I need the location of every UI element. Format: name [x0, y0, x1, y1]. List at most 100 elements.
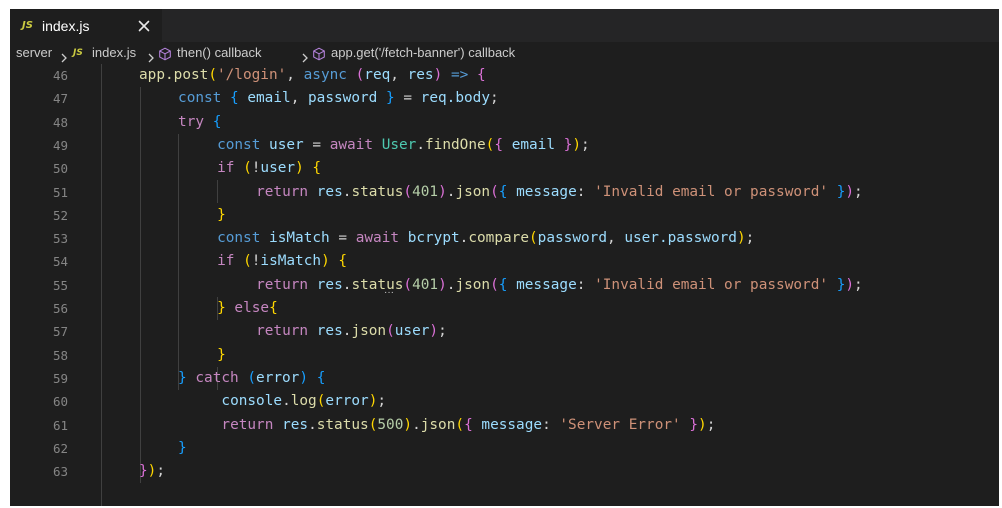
code-token: const — [217, 136, 270, 153]
code-line[interactable]: 60 console.log(error); — [10, 390, 999, 413]
code-line[interactable]: 54 if (!isMatch) { — [10, 250, 999, 273]
code-line[interactable]: 46 app.post('/login', async (req, res) =>… — [10, 64, 999, 87]
code-token: ) — [403, 416, 413, 433]
code-token: email — [247, 90, 291, 107]
code-token: 'Server Error' — [559, 416, 681, 433]
code-token: error — [256, 369, 300, 386]
code-line[interactable]: 48 try { — [10, 111, 999, 134]
code-token: user — [269, 136, 304, 153]
code-token: ( — [403, 183, 413, 200]
code-token: ( — [455, 416, 465, 433]
line-number: 59 — [52, 370, 68, 386]
code-token: ) — [845, 183, 855, 200]
code-text: } — [178, 437, 187, 460]
code-token: app.post — [139, 67, 209, 83]
code-token: 401 — [412, 183, 439, 200]
code-token: { — [212, 113, 222, 130]
code-token: ; — [854, 183, 863, 200]
code-token: status — [351, 276, 404, 293]
breadcrumb-folder[interactable]: server — [16, 42, 52, 64]
code-token: return — [256, 276, 317, 293]
code-token: = — [303, 136, 330, 153]
code-token: ( — [490, 276, 499, 293]
code-token: ; — [745, 230, 755, 247]
code-token: ( — [247, 369, 257, 386]
code-editor[interactable]: 46 app.post('/login', async (req, res) =>… — [10, 64, 999, 506]
vscode-window: JS index.js server JS index.js then() ca… — [10, 9, 999, 506]
code-text: const user = await User.findOne({ email … — [217, 134, 590, 157]
code-token: ) — [299, 369, 309, 386]
code-text: return res.json(user); — [256, 320, 447, 343]
code-token: => — [450, 67, 469, 83]
code-text: return res.status(401).json({ message: '… — [256, 181, 863, 204]
code-token: = — [329, 230, 356, 247]
code-token: user — [394, 323, 430, 340]
code-token: catch — [195, 369, 248, 386]
code-line[interactable]: 58} — [10, 344, 999, 367]
code-token: . — [412, 416, 421, 433]
code-token: ) — [295, 160, 304, 177]
code-token: , — [290, 90, 309, 107]
breadcrumb-symbol-app-get[interactable]: app.get('/fetch-banner') callback — [331, 42, 515, 64]
code-text: return res.status(401).json({ message: '… — [256, 274, 863, 297]
breadcrumb-file[interactable]: index.js — [92, 42, 136, 64]
code-token: json — [420, 416, 456, 433]
code-token: 'Invalid email or password' — [594, 276, 829, 293]
code-token: compare — [468, 230, 529, 247]
code-line[interactable]: 51 return res.status(401).json({ message:… — [10, 181, 999, 204]
code-line[interactable]: 49 const user = await User.findOne({ emai… — [10, 134, 999, 157]
code-token: { — [494, 136, 504, 153]
code-token: json — [455, 183, 491, 200]
code-token: ) — [736, 230, 746, 247]
code-token: 'Invalid email or password' — [594, 183, 829, 200]
code-token: . — [282, 393, 291, 410]
code-line[interactable]: 52} — [10, 204, 999, 227]
code-line[interactable]: 59} catch (error) { — [10, 367, 999, 390]
code-token: ( — [243, 253, 252, 270]
code-token: password — [537, 230, 607, 247]
code-line[interactable]: 50 if (!user) { — [10, 157, 999, 180]
code-line[interactable]: 62} — [10, 437, 999, 460]
code-token: { — [269, 300, 278, 316]
breadcrumb-symbol-then[interactable]: then() callback — [177, 42, 262, 64]
code-line[interactable]: 53 const isMatch = await bcrypt.compare(p… — [10, 227, 999, 250]
line-number: 48 — [52, 114, 68, 130]
code-token: return — [256, 183, 317, 200]
line-number: 62 — [52, 440, 68, 456]
line-number: 53 — [52, 231, 68, 247]
line-number: 47 — [52, 91, 68, 107]
code-token: ) — [845, 276, 855, 293]
code-token: json — [351, 323, 387, 340]
code-token: res — [316, 323, 343, 340]
code-token: message — [516, 183, 577, 200]
code-text: if (!user) { — [217, 157, 321, 180]
tab-index-js[interactable]: JS index.js — [10, 9, 162, 42]
code-token: password — [308, 90, 378, 107]
code-text: try { — [178, 111, 221, 134]
code-token: } — [217, 300, 226, 316]
code-line[interactable]: 55 return res.status(401).json({ message:… — [10, 274, 999, 297]
code-line[interactable]: 47 const { email, password } = req.body; — [10, 87, 999, 110]
code-token: = — [394, 90, 421, 107]
code-line[interactable]: 56} else{ — [10, 297, 999, 320]
code-token: ( — [403, 276, 413, 293]
code-line[interactable]: 63}); — [10, 460, 999, 483]
code-token: } — [689, 416, 699, 433]
code-token: ( — [355, 67, 365, 83]
code-token: ; — [489, 90, 499, 107]
code-token: . — [416, 136, 426, 153]
line-number: 55 — [52, 277, 68, 293]
code-token: ) — [572, 136, 582, 153]
code-line[interactable]: 61 return res.status(500).json({ message:… — [10, 414, 999, 437]
close-icon[interactable] — [134, 16, 154, 36]
chevron-right-icon — [147, 48, 155, 63]
chevron-right-icon — [301, 48, 309, 63]
code-token: , — [390, 67, 408, 83]
code-line[interactable]: 57 return res.json(user); — [10, 320, 999, 343]
code-token: if — [217, 253, 244, 270]
code-token: async — [303, 67, 356, 83]
code-token: : — [576, 276, 595, 293]
code-token: ; — [438, 323, 447, 340]
